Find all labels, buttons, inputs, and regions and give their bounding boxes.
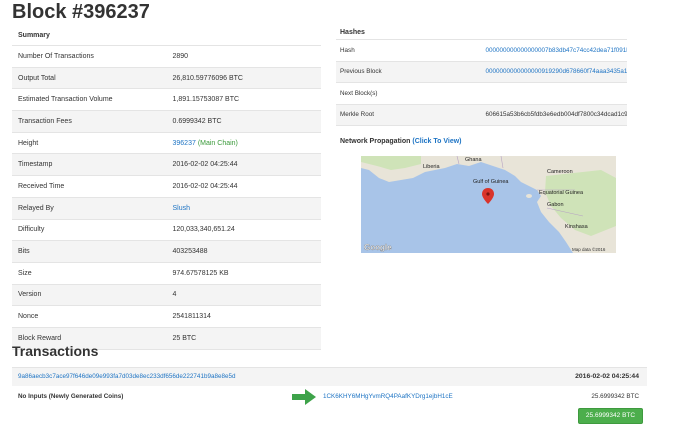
transaction-total-button[interactable]: 25.6999342 BTC (578, 408, 643, 424)
google-logo: Google (364, 243, 392, 252)
transaction-time: 2016-02-02 04:25:44 (575, 373, 639, 380)
summary-label: Received Time (12, 175, 167, 198)
hashes-label: Next Block(s) (336, 82, 482, 104)
arrow-right-icon (292, 389, 316, 407)
summary-value: 974.67578125 KB (166, 261, 321, 285)
map-island (526, 194, 532, 198)
transaction-io-row: No Inputs (Newly Generated Coins) 1CK6KH… (12, 386, 647, 408)
map-label-gulf: Gulf of Guinea (473, 179, 509, 185)
hashes-table: Hashes Hash 000000000000000007b83db47c74… (336, 26, 627, 126)
summary-row: Version 4 (12, 283, 321, 306)
summary-value: 4 (166, 283, 321, 306)
summary-label: Number Of Transactions (12, 45, 167, 68)
hashes-value (481, 82, 627, 104)
map-label-liberia: Liberia (423, 164, 440, 170)
summary-value: 0.6999342 BTC (166, 110, 321, 133)
summary-label: Bits (12, 240, 167, 263)
transaction-hash-link[interactable]: 9a86aecb3c7ace97f646de09e993fa7d03de8ec2… (18, 373, 235, 380)
hashes-header: Hashes (340, 29, 365, 36)
summary-label: Transaction Fees (12, 110, 167, 133)
summary-value: 120,033,340,651.24 (166, 218, 321, 241)
network-propagation-link[interactable]: (Click To View) (412, 138, 461, 145)
summary-value: 396237 (Main Chain) (166, 131, 321, 154)
summary-value: 2541811314 (166, 305, 321, 328)
summary-value: Slush (166, 196, 321, 219)
network-propagation-label: Network Propagation (340, 138, 411, 145)
hashes-row: Merkle Root 606615a53b6cb5fdb3e6edb004df… (336, 103, 627, 126)
output-address-link[interactable]: 1CK6KHY6MHgYvmRQ4PAafKYDrg1ejbH1cE (323, 393, 453, 400)
hashes-row: Hash 000000000000000007b83db47c74cc42dea… (336, 39, 628, 61)
summary-label: Nonce (12, 305, 167, 328)
transaction-header-row: 9a86aecb3c7ace97f646de09e993fa7d03de8ec2… (12, 367, 647, 386)
map-label-ghana: Ghana (465, 157, 482, 163)
summary-label: Version (12, 283, 167, 306)
summary-value: 2890 (166, 45, 321, 68)
network-propagation: Network Propagation (Click To View) (340, 138, 462, 145)
map-label-gabon: Gabon (547, 202, 564, 208)
summary-label: Timestamp (12, 153, 167, 176)
summary-value: 26,810.59776096 BTC (166, 66, 321, 89)
output-amount: 25.6999342 BTC (591, 393, 639, 400)
summary-label: Height (12, 131, 167, 154)
transaction-inputs: No Inputs (Newly Generated Coins) (18, 393, 124, 400)
transactions-title: Transactions (12, 343, 99, 359)
hashes-row: Previous Block 0000000000000000919290d67… (336, 60, 628, 83)
hashes-label: Merkle Root (336, 103, 482, 126)
summary-label: Size (12, 261, 167, 285)
summary-label: Relayed By (12, 196, 167, 219)
relayed-by-link[interactable]: Slush (173, 205, 191, 212)
map-svg: Ghana Liberia Gulf of Guinea Cameroon Eq… (361, 156, 616, 253)
summary-table: Summary Number Of Transactions 2890 Outp… (12, 26, 321, 350)
map-label-kinshasa: Kinshasa (565, 224, 589, 230)
summary-header: Summary (12, 26, 321, 46)
summary-value: 2016-02-02 04:25:44 (166, 175, 321, 198)
summary-row: Bits 403253488 (12, 240, 321, 263)
summary-label: Difficulty (12, 218, 167, 241)
map-data-attribution: Map data ©2016 (572, 246, 606, 252)
map-label-equatorial-guinea: Equatorial Guinea (539, 190, 584, 196)
summary-row: Height 396237 (Main Chain) (12, 131, 321, 154)
summary-row: Relayed By Slush (12, 196, 321, 219)
summary-value: 2016-02-02 04:25:44 (166, 153, 321, 176)
hashes-label: Hash (336, 39, 482, 61)
summary-value: 25 BTC (166, 326, 321, 350)
height-link[interactable]: 396237 (173, 140, 196, 147)
hashes-value: 0000000000000000919290d678660f74aaa3435a… (481, 60, 628, 83)
hashes-value: 000000000000000007b83db47c74cc42dea71f09… (481, 39, 628, 61)
summary-row: Size 974.67578125 KB (12, 261, 321, 285)
summary-row: Timestamp 2016-02-02 04:25:44 (12, 153, 321, 176)
hashes-label: Previous Block (336, 60, 482, 83)
summary-label: Output Total (12, 66, 167, 89)
summary-row: Difficulty 120,033,340,651.24 (12, 218, 321, 241)
summary-value: 403253488 (166, 240, 321, 263)
previous-block-link[interactable]: 0000000000000000919290d678660f74aaa3435a… (486, 68, 628, 75)
map-label-cameroon: Cameroon (547, 169, 573, 175)
summary-row: Output Total 26,810.59776096 BTC (12, 66, 321, 89)
page-title: Block #396237 (12, 1, 150, 23)
main-chain-label: (Main Chain) (197, 139, 238, 147)
summary-label: Estimated Transaction Volume (12, 88, 167, 111)
summary-row: Transaction Fees 0.6999342 BTC (12, 110, 321, 133)
summary-row: Estimated Transaction Volume 1,891.15753… (12, 88, 321, 111)
hashes-row: Next Block(s) (336, 82, 627, 104)
block-hash-link[interactable]: 000000000000000007b83db47c74cc42dea71f09… (486, 47, 628, 54)
summary-value: 1,891.15753087 BTC (166, 88, 321, 111)
propagation-map[interactable]: Ghana Liberia Gulf of Guinea Cameroon Eq… (361, 156, 616, 253)
hashes-value: 606615a53b6cb5fdb3e6edb004df7800c34dcad1… (481, 103, 627, 126)
summary-row: Nonce 2541811314 (12, 305, 321, 328)
summary-row: Number Of Transactions 2890 (12, 45, 321, 68)
summary-row: Received Time 2016-02-02 04:25:44 (12, 175, 321, 198)
